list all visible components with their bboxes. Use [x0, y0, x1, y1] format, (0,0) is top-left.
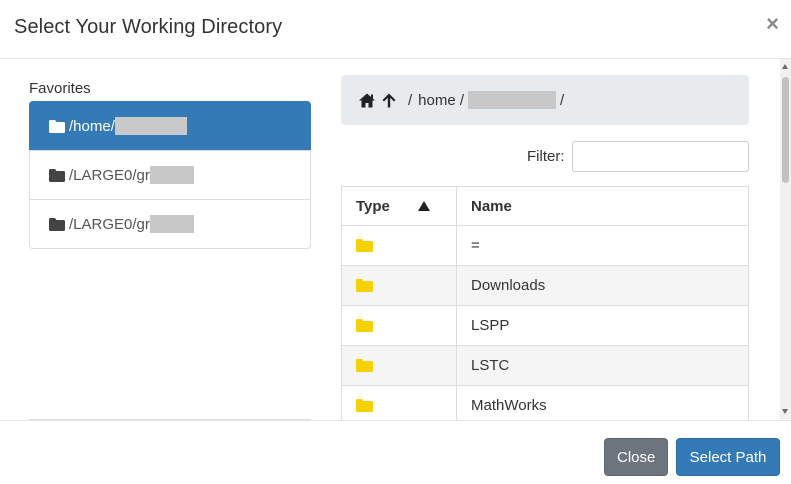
favorite-path: /home/ — [69, 117, 115, 135]
home-icon[interactable] — [358, 92, 376, 109]
modal-body: Favorites /home/ /LARGE0/gr /LARGE0/gr /… — [0, 59, 780, 420]
column-header-name[interactable]: Name — [456, 186, 749, 226]
file-name[interactable]: = — [456, 225, 749, 266]
favorite-path: /LARGE0/gr — [69, 166, 150, 184]
filter-label: Filter: — [527, 148, 565, 165]
scrollbar-thumb[interactable] — [782, 77, 789, 183]
modal-footer: Close Select Path — [0, 420, 791, 484]
file-name[interactable]: LSPP — [456, 305, 749, 346]
folder-icon — [356, 279, 373, 292]
breadcrumb: / home / / — [341, 75, 749, 125]
folder-icon — [356, 319, 373, 332]
breadcrumb-separator: / — [560, 91, 565, 109]
breadcrumb-separator: / — [408, 91, 413, 109]
folder-icon — [49, 168, 65, 182]
favorite-item-home[interactable]: /home/ — [29, 101, 311, 151]
redacted-text — [114, 117, 187, 135]
table-row[interactable]: MathWorks — [341, 385, 749, 420]
breadcrumb-segment-home[interactable]: home / — [418, 92, 464, 109]
arrow-up-icon[interactable] — [381, 92, 397, 109]
scrollbar[interactable] — [780, 59, 791, 420]
file-table: Type Name = Downloads LSPP LSTC MathWork… — [341, 186, 749, 420]
scroll-down-icon[interactable] — [782, 409, 788, 414]
sort-ascending-icon — [418, 201, 430, 211]
folder-icon — [356, 399, 373, 412]
favorites-label: Favorites — [29, 80, 91, 97]
favorite-path: /LARGE0/gr — [69, 215, 150, 233]
favorite-item-large0[interactable]: /LARGE0/gr — [29, 150, 311, 200]
redacted-text — [149, 166, 194, 184]
folder-icon — [356, 359, 373, 372]
folder-icon — [356, 239, 373, 252]
favorites-list: /home/ /LARGE0/gr /LARGE0/gr — [29, 101, 311, 249]
favorite-item-large0[interactable]: /LARGE0/gr — [29, 199, 311, 249]
table-row[interactable]: = — [341, 225, 749, 266]
redacted-text — [468, 91, 557, 109]
redacted-text — [149, 215, 194, 233]
table-header-row: Type Name — [341, 186, 749, 226]
column-header-type[interactable]: Type — [341, 186, 457, 226]
folder-icon — [49, 217, 65, 231]
dialog-title: Select Your Working Directory — [14, 16, 283, 38]
file-name[interactable]: MathWorks — [456, 385, 749, 420]
table-row[interactable]: LSPP — [341, 305, 749, 346]
modal-header: Select Your Working Directory × — [0, 0, 791, 59]
file-name[interactable]: Downloads — [456, 265, 749, 306]
close-icon[interactable]: × — [766, 13, 779, 35]
table-row[interactable]: LSTC — [341, 345, 749, 386]
scroll-up-icon[interactable] — [782, 64, 788, 69]
folder-icon — [49, 119, 65, 133]
select-path-button[interactable]: Select Path — [676, 438, 780, 476]
close-button[interactable]: Close — [604, 438, 668, 476]
filter-input[interactable] — [572, 141, 749, 172]
table-row[interactable]: Downloads — [341, 265, 749, 306]
file-name[interactable]: LSTC — [456, 345, 749, 386]
